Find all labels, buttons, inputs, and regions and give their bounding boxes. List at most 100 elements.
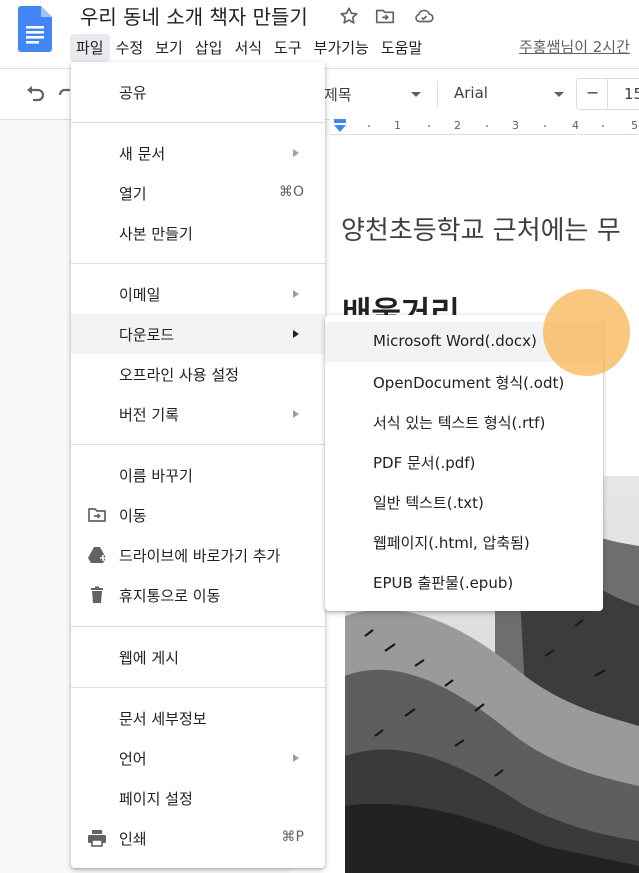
menu-item-trash[interactable]: 휴지통으로 이동 [71, 575, 325, 615]
menu-item-label: 사본 만들기 [119, 225, 193, 243]
download-option-label: 웹페이지(.html, 압축됨) [373, 534, 530, 552]
font-dropdown-caret-icon[interactable] [554, 92, 564, 97]
menu-help[interactable]: 도움말 [375, 34, 428, 62]
menu-item-move[interactable]: 이동 [71, 495, 325, 535]
menu-edit[interactable]: 수정 [110, 34, 150, 62]
menu-format[interactable]: 서식 [228, 34, 268, 62]
ruler-tick [602, 125, 604, 127]
menu-divider [71, 687, 325, 688]
download-option-label: PDF 문서(.pdf) [373, 454, 476, 472]
menu-item-label: 언어 [119, 750, 147, 768]
menu-item-make-copy[interactable]: 사본 만들기 [71, 213, 325, 253]
cursor-highlight [543, 289, 630, 376]
download-pdf[interactable]: PDF 문서(.pdf) [325, 442, 603, 482]
ruler-number: 5 [631, 119, 638, 132]
menu-item-share[interactable]: 공유 [71, 72, 325, 112]
menu-item-label: 다운로드 [119, 326, 175, 344]
menu-item-label: 오프라인 사용 설정 [119, 366, 239, 384]
menu-item-download[interactable]: 다운로드 [71, 314, 325, 354]
redo-icon[interactable] [58, 83, 70, 105]
download-html[interactable]: 웹페이지(.html, 압축됨) [325, 522, 603, 562]
download-option-label: Microsoft Word(.docx) [373, 332, 537, 350]
menu-item-label: 이동 [119, 507, 147, 525]
menu-item-page-setup[interactable]: 페이지 설정 [71, 778, 325, 818]
download-option-label: OpenDocument 형식(.odt) [373, 374, 565, 392]
cloud-saved-icon[interactable] [413, 5, 435, 27]
font-family-select[interactable]: Arial [454, 84, 488, 102]
indent-marker-icon[interactable] [333, 119, 347, 133]
ruler-tick [428, 125, 430, 127]
menu-item-label: 페이지 설정 [119, 790, 193, 808]
menu-item-new-document[interactable]: 새 문서 [71, 133, 325, 173]
menu-item-label: 이름 바꾸기 [119, 467, 193, 485]
font-size-control: − 15 [576, 78, 639, 110]
menu-addons[interactable]: 부가기능 [308, 34, 375, 62]
menu-item-open[interactable]: 열기 ⌘O [71, 173, 325, 213]
menu-item-label: 이메일 [119, 286, 161, 304]
menu-item-label: 웹에 게시 [119, 649, 179, 667]
download-epub[interactable]: EPUB 출판물(.epub) [325, 562, 603, 602]
style-dropdown-caret-icon[interactable] [411, 92, 421, 97]
decrease-font-size-button[interactable]: − [586, 83, 599, 102]
menu-divider [71, 626, 325, 627]
document-title[interactable]: 우리 동네 소개 책자 만들기 [80, 1, 308, 30]
menu-file[interactable]: 파일 [70, 34, 110, 62]
menu-item-label: 공유 [119, 84, 147, 102]
document-body-text[interactable]: 양천초등학교 근처에는 무 [341, 210, 621, 247]
font-size-input[interactable]: 15 [624, 85, 639, 103]
submenu-arrow-icon [293, 410, 299, 418]
ruler-tick [486, 125, 488, 127]
menu-view[interactable]: 보기 [149, 34, 189, 62]
ruler-number: 2 [454, 119, 461, 132]
menu-item-rename[interactable]: 이름 바꾸기 [71, 455, 325, 495]
last-edit-link[interactable]: 주홍쌤님이 2시간 [519, 36, 630, 57]
menu-item-label: 문서 세부정보 [119, 710, 207, 728]
ruler: 1 2 3 4 5 [330, 118, 639, 135]
menu-insert[interactable]: 삽입 [189, 34, 229, 62]
menu-item-publish-web[interactable]: 웹에 게시 [71, 637, 325, 677]
undo-icon[interactable] [23, 83, 47, 105]
submenu-arrow-icon [293, 754, 299, 762]
submenu-arrow-icon [293, 149, 299, 157]
shortcut-label: ⌘P [281, 829, 304, 845]
menu-item-label: 버전 기록 [119, 406, 179, 424]
download-txt[interactable]: 일반 텍스트(.txt) [325, 482, 603, 522]
menu-item-drive-shortcut[interactable]: 드라이브에 바로가기 추가 [71, 535, 325, 575]
menu-divider [71, 263, 325, 264]
download-option-label: 서식 있는 텍스트 형식(.rtf) [373, 414, 546, 432]
folder-move-icon [88, 508, 106, 522]
menu-item-label: 열기 [119, 185, 147, 203]
font-size-divider [607, 79, 608, 109]
menu-item-version-history[interactable]: 버전 기록 [71, 394, 325, 434]
printer-icon [88, 830, 106, 847]
shortcut-label: ⌘O [278, 184, 304, 200]
star-icon[interactable] [338, 5, 360, 27]
menu-tools[interactable]: 도구 [268, 34, 308, 62]
ruler-number: 4 [572, 119, 579, 132]
download-rtf[interactable]: 서식 있는 텍스트 형식(.rtf) [325, 402, 603, 442]
submenu-arrow-icon [293, 290, 299, 298]
menu-item-label: 드라이브에 바로가기 추가 [119, 547, 281, 565]
menu-item-label: 새 문서 [119, 145, 166, 163]
menu-item-print[interactable]: 인쇄 ⌘P [71, 818, 325, 858]
paragraph-style-select[interactable]: 제목 [324, 84, 352, 105]
ruler-tick [368, 125, 370, 127]
ruler-number: 3 [512, 119, 519, 132]
download-option-label: 일반 텍스트(.txt) [373, 494, 484, 512]
menu-item-label: 인쇄 [119, 830, 147, 848]
menu-item-language[interactable]: 언어 [71, 738, 325, 778]
menu-divider [71, 444, 325, 445]
menu-item-document-details[interactable]: 문서 세부정보 [71, 698, 325, 738]
download-option-label: EPUB 출판물(.epub) [373, 574, 514, 592]
ruler-number: 1 [394, 119, 401, 132]
menu-item-offline[interactable]: 오프라인 사용 설정 [71, 354, 325, 394]
toolbar-divider [437, 81, 438, 107]
drive-shortcut-icon [88, 547, 106, 563]
move-folder-icon[interactable] [374, 5, 396, 27]
menu-item-email[interactable]: 이메일 [71, 274, 325, 314]
menu-divider [71, 122, 325, 123]
header-bar: 우리 동네 소개 책자 만들기 파일 수정 보기 삽입 서식 도구 부가기능 도… [0, 0, 639, 68]
submenu-arrow-icon [293, 330, 299, 338]
docs-logo-icon[interactable] [18, 6, 52, 52]
trash-icon [91, 586, 103, 603]
